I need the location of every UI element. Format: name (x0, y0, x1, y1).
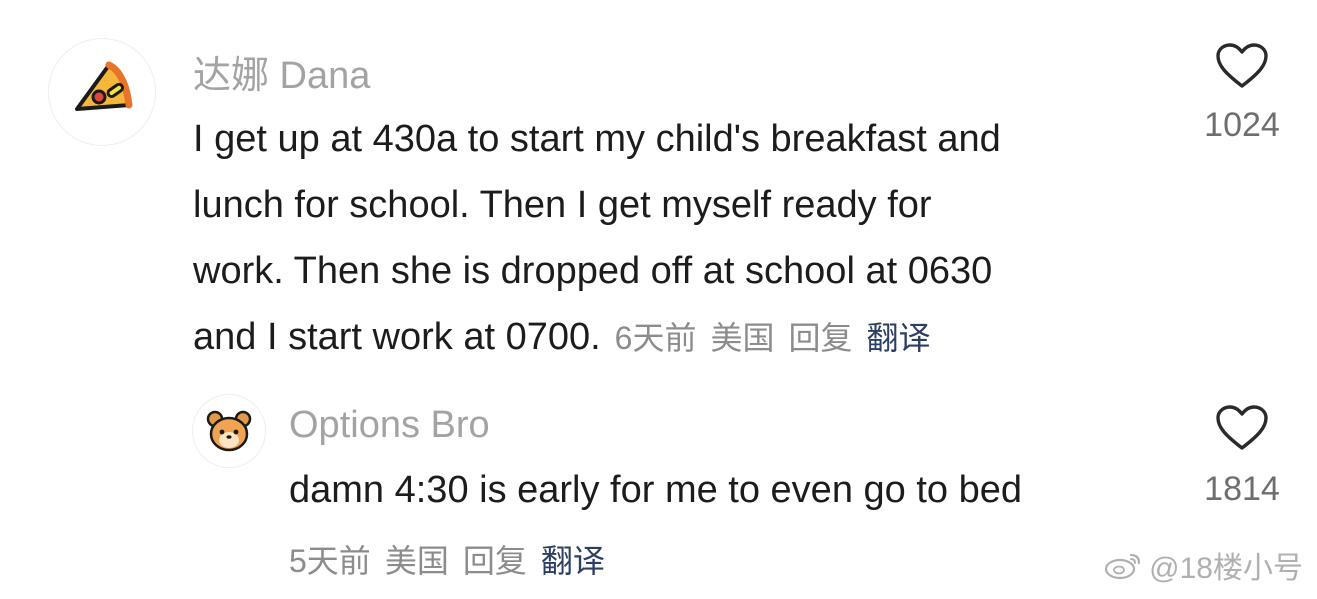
pizza-slice-icon (75, 61, 133, 111)
like-count: 1814 (1204, 470, 1280, 508)
avatar[interactable] (48, 38, 156, 146)
heart-icon (1216, 43, 1268, 88)
like-count: 1024 (1204, 106, 1280, 144)
watermark: @18楼小号 (1103, 543, 1303, 587)
comment-text: I get up at 430a to start my child's bre… (193, 106, 1153, 371)
comment-username[interactable]: Options Bro (289, 404, 490, 447)
translate-button[interactable]: 翻译 (867, 320, 931, 356)
comment-location: 美国 (384, 543, 449, 579)
watermark-text: @18楼小号 (1149, 552, 1303, 585)
comment-meta: 6天前 美国 回复 翻译 (615, 320, 945, 356)
comment-item: 达娜 Dana I get up at 430a to start my chi… (0, 0, 1317, 380)
comment-meta: 5天前 美国 回复 翻译 (289, 536, 619, 582)
like-button[interactable]: 1814 (1196, 404, 1288, 509)
translate-button[interactable]: 翻译 (541, 543, 605, 579)
like-button[interactable]: 1024 (1196, 42, 1288, 145)
comment-location: 美国 (710, 320, 775, 356)
weibo-icon (1105, 553, 1141, 580)
avatar[interactable] (192, 394, 266, 468)
comment-username[interactable]: 达娜 Dana (193, 44, 370, 99)
reply-button[interactable]: 回复 (789, 320, 853, 356)
reply-button[interactable]: 回复 (463, 543, 527, 579)
heart-icon (1216, 405, 1268, 450)
comment-time: 5天前 (289, 543, 371, 579)
comment-time: 6天前 (614, 320, 697, 356)
comment-body: damn 4:30 is early for me to even go to … (289, 469, 1022, 511)
hamster-icon (206, 410, 252, 452)
